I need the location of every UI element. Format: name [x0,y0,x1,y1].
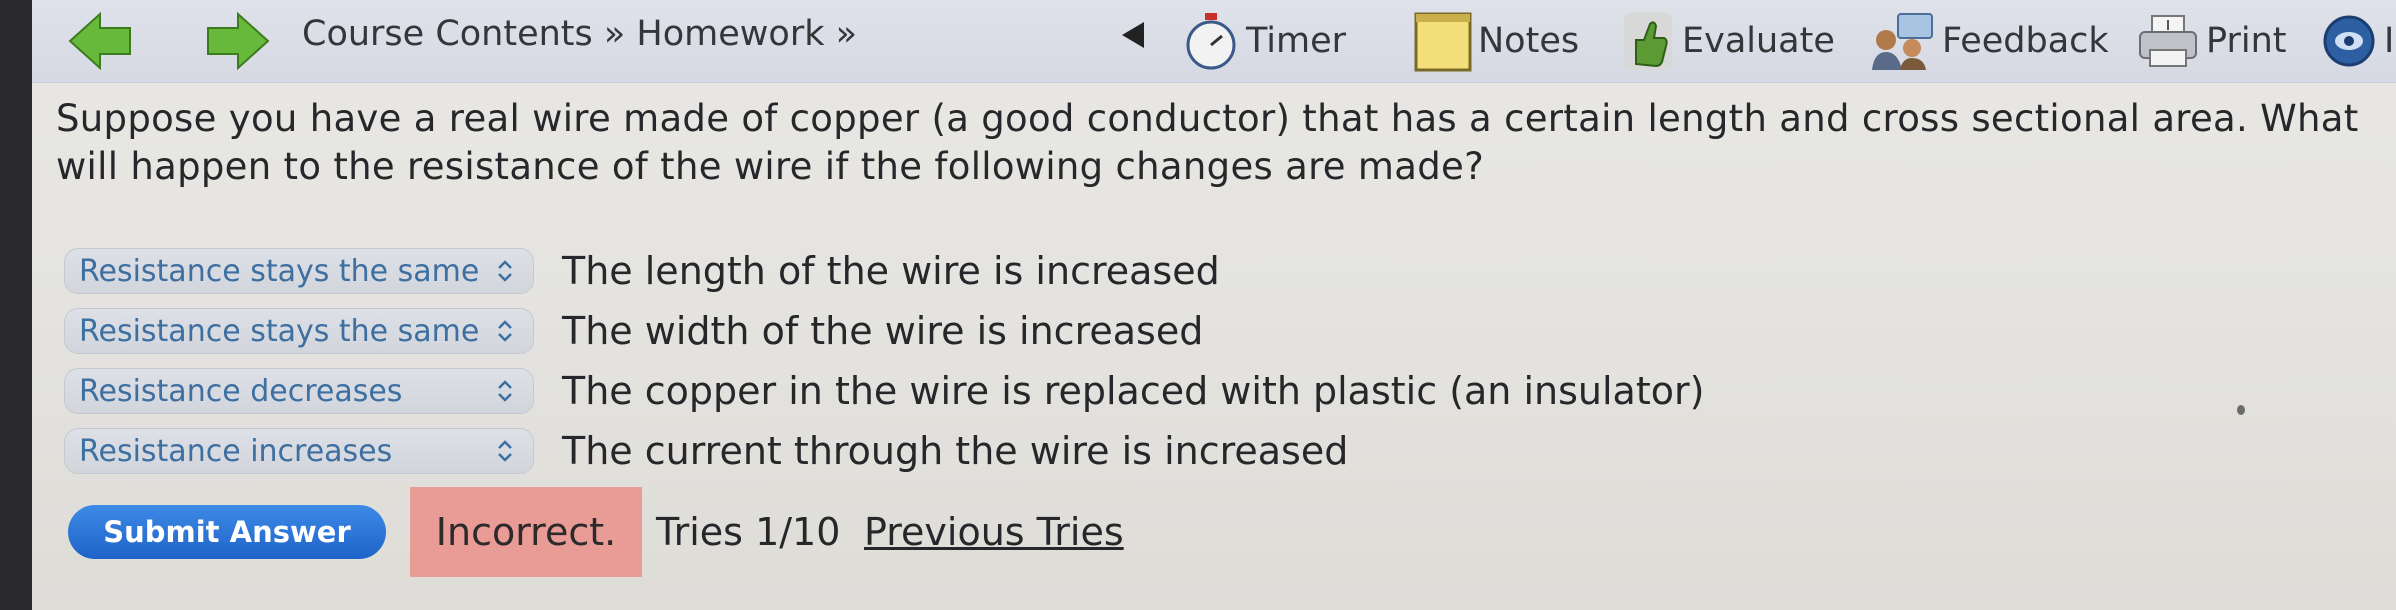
select-chevrons-icon [498,440,512,462]
select-chevrons-icon [498,320,512,342]
statement-text: The copper in the wire is replaced with … [562,369,1705,413]
toolbar: Course Contents » Homework » Timer Notes [32,0,2396,83]
print-button[interactable]: Print [2136,6,2287,76]
feedback-label: Feedback [1942,21,2109,61]
info-button[interactable]: In [2320,6,2396,76]
select-value: Resistance increases [79,433,393,469]
previous-tries-link[interactable]: Previous Tries [864,510,1124,554]
evaluate-label: Evaluate [1682,21,1835,61]
notepad-icon [1414,12,1472,72]
answer-row: Resistance increases The current through… [64,426,1348,476]
back-arrow-icon[interactable] [66,6,136,76]
cursor-dot [2237,405,2245,415]
question-text: Suppose you have a real wire made of cop… [56,97,2359,188]
statement-text: The current through the wire is increase… [562,429,1349,473]
answer-row: Resistance decreases The copper in the w… [64,366,1704,416]
breadcrumb[interactable]: Course Contents » Homework » [302,14,857,54]
statement-text: The width of the wire is increased [562,309,1204,353]
select-value: Resistance stays the same [79,253,480,289]
tries-counter: Tries 1/10 [656,510,841,554]
printer-icon [2139,15,2197,67]
timer-button[interactable]: Timer [1182,6,1346,76]
screen: Course Contents » Homework » Timer Notes [32,0,2396,610]
thumbs-up-icon [1624,12,1672,70]
statement-text: The length of the wire is increased [562,249,1220,293]
answer-select[interactable]: Resistance stays the same [64,308,534,354]
notes-label: Notes [1478,21,1580,61]
forward-arrow-icon[interactable] [202,6,272,76]
answer-select[interactable]: Resistance decreases [64,368,534,414]
result-badge: Incorrect. [410,487,642,577]
info-label: In [2384,21,2396,61]
answer-row: Resistance stays the same The width of t… [64,306,1203,356]
feedback-people-icon [1872,13,1933,70]
answer-select[interactable]: Resistance stays the same [64,248,534,294]
stopwatch-icon [1186,13,1236,70]
answer-row: Resistance stays the same The length of … [64,246,1220,296]
submit-answer-button[interactable]: Submit Answer [68,505,386,559]
answer-select[interactable]: Resistance increases [64,428,534,474]
select-value: Resistance stays the same [79,313,480,349]
print-label: Print [2206,21,2287,61]
select-chevrons-icon [498,380,512,402]
evaluate-button[interactable]: Evaluate [1620,6,1835,76]
info-icon [2323,15,2375,67]
select-value: Resistance decreases [79,373,403,409]
feedback-button[interactable]: Feedback [1868,6,2109,76]
notes-button[interactable]: Notes [1414,6,1579,76]
timer-label: Timer [1246,21,1347,61]
collapse-arrow-icon[interactable] [1122,22,1144,48]
select-chevrons-icon [498,260,512,282]
